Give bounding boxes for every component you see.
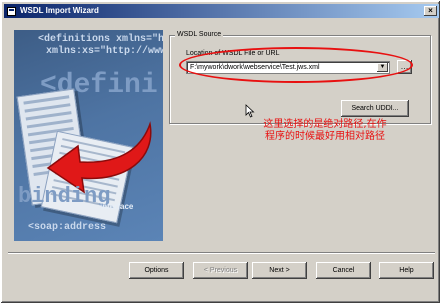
graphic-code-line: xmlns:xs="http://www.w xyxy=(46,46,163,57)
graphic-code-line: interface xyxy=(100,202,134,211)
annotation-text: 这里选择的是绝对路径,在作程序的时候最好用相对路径 xyxy=(263,119,387,142)
group-title: WSDL Source xyxy=(175,30,224,39)
title-bar[interactable]: WSDL Import Wizard × xyxy=(4,4,439,18)
app-icon xyxy=(7,7,16,16)
cancel-button[interactable]: Cancel xyxy=(316,262,371,279)
options-button[interactable]: Options xyxy=(129,262,184,279)
graphic-code-line: <definitions xmlns="htt xyxy=(38,34,163,45)
graphic-code-line: <soap:address xyxy=(28,222,107,233)
annotation-ellipse xyxy=(179,47,413,83)
separator xyxy=(8,252,435,254)
help-button[interactable]: Help xyxy=(379,262,434,279)
wizard-graphic: <definitions xmlns="htt xmlns:xs="http:/… xyxy=(14,30,163,241)
close-button[interactable]: × xyxy=(424,6,437,16)
next-button[interactable]: Next > xyxy=(252,262,307,279)
graphic-code-line: binding xyxy=(18,184,111,209)
previous-button[interactable]: < Previous xyxy=(193,262,248,279)
search-uddi-button[interactable]: Search UDDI... xyxy=(341,100,409,117)
wizard-window: WSDL Import Wizard × <definitions xmlns=… xyxy=(0,0,441,304)
mouse-cursor-icon xyxy=(245,104,255,118)
window-title: WSDL Import Wizard xyxy=(20,6,99,15)
